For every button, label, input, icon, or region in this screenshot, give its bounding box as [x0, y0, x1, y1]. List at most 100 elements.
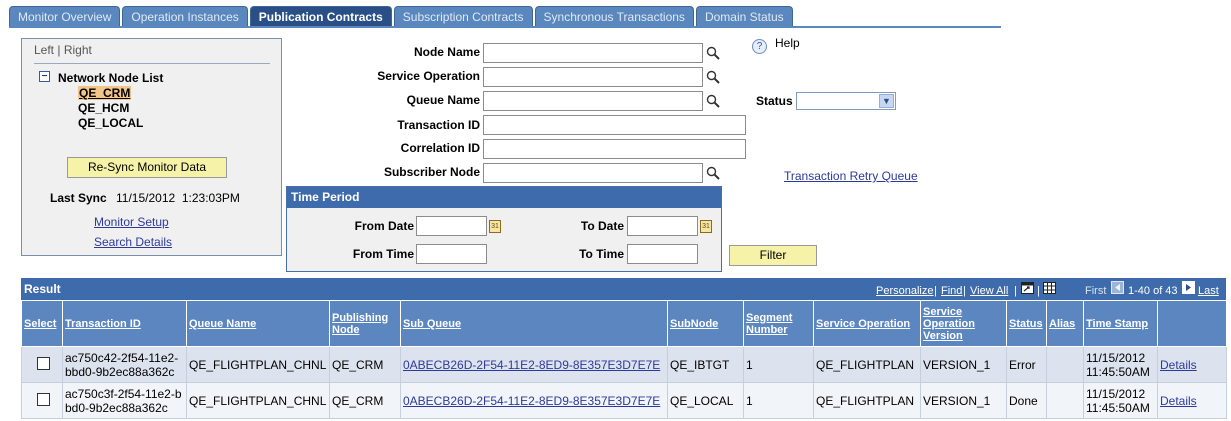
- calendar-icon[interactable]: 31: [700, 220, 712, 233]
- table-row: ac750c3f-2f54-11e2-bbd0-9b2ec88a362c QE_…: [21, 382, 1227, 419]
- to-time-input[interactable]: [627, 244, 698, 264]
- cell-queue-name: QE_FLIGHTPLAN_CHNL: [186, 346, 330, 383]
- new-window-icon[interactable]: [1021, 282, 1034, 294]
- cell-transaction-id: ac750c42-2f54-11e2-bbd0-9b2ec88a362c: [62, 346, 187, 383]
- subscriber-node-input[interactable]: [483, 163, 703, 183]
- tab-subscription-contracts[interactable]: Subscription Contracts: [393, 6, 533, 27]
- previous-icon[interactable]: [1111, 281, 1124, 294]
- monitor-setup-link[interactable]: Monitor Setup: [94, 215, 169, 229]
- sub-queue-link[interactable]: 0ABECB26D-2F54-11E2-8ED9-8E357E3D7E7E: [403, 358, 660, 372]
- cell-service-operation: QE_FLIGHTPLAN: [813, 382, 921, 419]
- col-header-service-operation[interactable]: Service Operation: [813, 300, 921, 347]
- view-all-link[interactable]: View All: [970, 285, 1008, 297]
- page-range: 1-40 of 43: [1128, 285, 1178, 297]
- right-link[interactable]: Right: [64, 43, 92, 57]
- resync-button[interactable]: Re-Sync Monitor Data: [67, 157, 227, 178]
- cell-publishing-node: QE_CRM: [329, 346, 401, 383]
- last-link[interactable]: Last: [1198, 285, 1219, 297]
- to-date-input[interactable]: [627, 216, 698, 236]
- cell-alias: [1046, 346, 1084, 383]
- correlation-id-input[interactable]: [483, 139, 746, 159]
- cell-queue-name: QE_FLIGHTPLAN_CHNL: [186, 382, 330, 419]
- filter-button[interactable]: Filter: [729, 245, 817, 266]
- search-details-link[interactable]: Search Details: [94, 235, 172, 249]
- details-link[interactable]: Details: [1160, 358, 1197, 372]
- tab-bar: Monitor Overview Operation Instances Pub…: [9, 6, 793, 27]
- next-icon[interactable]: [1182, 281, 1195, 294]
- col-header-publishing-node[interactable]: Publishing Node: [329, 300, 401, 347]
- col-header-service-operation-version[interactable]: Service Operation Version: [920, 300, 1007, 347]
- help-icon[interactable]: ?: [752, 39, 767, 54]
- time-period-header: Time Period: [287, 187, 721, 208]
- find-link[interactable]: Find: [941, 285, 962, 297]
- node-name-input[interactable]: [483, 43, 703, 63]
- lookup-icon[interactable]: [706, 166, 720, 180]
- tab-domain-status[interactable]: Domain Status: [695, 6, 793, 27]
- left-right-toggle: Left | Right: [34, 43, 92, 57]
- select-checkbox[interactable]: [37, 392, 50, 406]
- status-label: Status: [756, 94, 793, 108]
- service-operation-input[interactable]: [483, 67, 703, 87]
- tab-synchronous-transactions[interactable]: Synchronous Transactions: [534, 6, 694, 27]
- tab-monitor-overview[interactable]: Monitor Overview: [9, 6, 121, 27]
- cell-transaction-id: ac750c3f-2f54-11e2-bbd0-9b2ec88a362c: [62, 382, 187, 419]
- node-qe-local[interactable]: QE_LOCAL: [78, 116, 143, 130]
- separator: |: [963, 285, 966, 297]
- sub-queue-link[interactable]: 0ABECB26D-2F54-11E2-8ED9-8E357E3D7E7E: [403, 394, 660, 408]
- tab-underline: [9, 26, 1001, 28]
- divider: [34, 63, 270, 64]
- col-header-time-stamp[interactable]: Time Stamp: [1083, 300, 1158, 347]
- chevron-down-icon[interactable]: ▼: [879, 94, 894, 108]
- grid-header-bar: Result Personalize | Find | View All | |…: [21, 278, 1226, 300]
- results-table: Select Transaction ID Queue Name Publish…: [21, 300, 1227, 419]
- details-link[interactable]: Details: [1160, 394, 1197, 408]
- cell-status: Error: [1006, 346, 1047, 383]
- cell-segment-number: 1: [743, 346, 814, 383]
- tab-publication-contracts[interactable]: Publication Contracts: [249, 6, 392, 27]
- col-header-status[interactable]: Status: [1006, 300, 1047, 347]
- col-header-segment-number[interactable]: Segment Number: [743, 300, 814, 347]
- col-header-select[interactable]: Select: [21, 300, 63, 347]
- tab-operation-instances[interactable]: Operation Instances: [122, 6, 248, 27]
- left-link[interactable]: Left: [34, 43, 54, 57]
- col-header-subnode[interactable]: SubNode: [667, 300, 744, 347]
- cell-version: VERSION_1: [920, 382, 1007, 419]
- from-time-label: From Time: [352, 247, 414, 261]
- cell-service-operation: QE_FLIGHTPLAN: [813, 346, 921, 383]
- to-time-label: To Time: [579, 247, 624, 261]
- service-operation-label: Service Operation: [377, 69, 480, 83]
- table-row: ac750c42-2f54-11e2-bbd0-9b2ec88a362c QE_…: [21, 346, 1227, 383]
- node-qe-crm[interactable]: QE_CRM: [78, 86, 132, 100]
- transaction-retry-queue-link[interactable]: Transaction Retry Queue: [784, 169, 918, 183]
- transaction-id-input[interactable]: [483, 115, 746, 135]
- separator: |: [1014, 285, 1017, 297]
- time-period-box: Time Period From Date 31 To Date 31 From…: [286, 186, 722, 272]
- select-checkbox[interactable]: [37, 356, 50, 370]
- collapse-icon[interactable]: −: [39, 71, 50, 82]
- transaction-id-label: Transaction ID: [397, 118, 480, 132]
- cell-time-stamp: 11/15/2012 11:45:50AM: [1083, 346, 1158, 383]
- help-link[interactable]: Help: [775, 36, 800, 50]
- col-header-queue-name[interactable]: Queue Name: [186, 300, 330, 347]
- status-select[interactable]: ▼: [796, 92, 896, 110]
- lookup-icon[interactable]: [706, 70, 720, 84]
- col-header-transaction-id[interactable]: Transaction ID: [62, 300, 187, 347]
- download-grid-icon[interactable]: [1043, 282, 1056, 294]
- separator: |: [934, 285, 937, 297]
- lookup-icon[interactable]: [706, 94, 720, 108]
- col-header-sub-queue[interactable]: Sub Queue: [400, 300, 668, 347]
- first-label: First: [1085, 285, 1107, 297]
- cell-segment-number: 1: [743, 382, 814, 419]
- node-qe-hcm[interactable]: QE_HCM: [78, 101, 129, 115]
- node-name-label: Node Name: [413, 45, 480, 59]
- personalize-link[interactable]: Personalize: [876, 285, 933, 297]
- lookup-icon[interactable]: [706, 46, 720, 60]
- cell-publishing-node: QE_CRM: [329, 382, 401, 419]
- last-sync-value: 11/15/2012 1:23:03PM: [116, 191, 240, 205]
- tree-title: Network Node List: [58, 71, 164, 85]
- col-header-alias[interactable]: Alias: [1046, 300, 1084, 347]
- results-grid: Result Personalize | Find | View All | |…: [21, 278, 1227, 419]
- correlation-id-label: Correlation ID: [400, 141, 480, 155]
- queue-name-input[interactable]: [483, 91, 703, 111]
- cell-subnode: QE_LOCAL: [667, 382, 744, 419]
